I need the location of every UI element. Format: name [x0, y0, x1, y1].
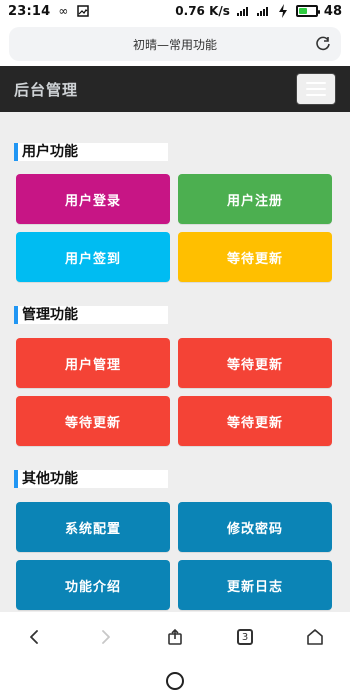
section-title: 其他功能 — [14, 470, 168, 488]
feature-intro-button[interactable]: 功能介绍 — [16, 560, 170, 610]
network-speed-value: 0.76 — [175, 4, 205, 18]
menu-button[interactable] — [296, 73, 336, 105]
nav-row: 3 — [0, 612, 350, 662]
refresh-icon[interactable] — [315, 36, 331, 52]
pending-update-button[interactable]: 等待更新 — [178, 338, 332, 388]
user-checkin-button[interactable]: 用户签到 — [16, 232, 170, 282]
user-register-button[interactable]: 用户注册 — [178, 174, 332, 224]
status-left: 23:14 ∞ — [8, 4, 90, 19]
home-indicator-icon[interactable] — [166, 672, 184, 690]
tabs-icon[interactable]: 3 — [231, 623, 259, 651]
app-header: 后台管理 — [0, 66, 350, 112]
browser-bottom-nav: 3 — [0, 612, 350, 700]
share-icon[interactable] — [161, 623, 189, 651]
hamburger-icon — [306, 82, 326, 96]
network-speed: 0.76 K/s — [175, 4, 230, 18]
pending-update-button[interactable]: 等待更新 — [16, 396, 170, 446]
battery-percent: 48 — [323, 3, 342, 19]
user-login-button[interactable]: 用户登录 — [16, 174, 170, 224]
update-log-button[interactable]: 更新日志 — [178, 560, 332, 610]
address-bar[interactable]: 初晴—常用功能 — [9, 27, 341, 61]
tab-count: 3 — [237, 629, 253, 645]
section-title: 管理功能 — [14, 306, 168, 324]
pending-update-button[interactable]: 等待更新 — [178, 396, 332, 446]
battery-icon — [295, 5, 320, 17]
signal-icon — [236, 4, 250, 18]
back-icon[interactable] — [21, 623, 49, 651]
status-bar: 23:14 ∞ 0.76 K/s 48 — [0, 0, 350, 22]
forward-icon[interactable] — [91, 623, 119, 651]
image-icon — [76, 4, 90, 18]
section-title: 用户功能 — [14, 143, 168, 161]
status-right: 0.76 K/s 48 — [175, 4, 342, 19]
battery-level-fill — [298, 8, 307, 14]
main-content: 用户功能 用户登录 用户注册 用户签到 等待更新 管理功能 用户管理 等待更新 … — [0, 112, 350, 612]
system-config-button[interactable]: 系统配置 — [16, 502, 170, 552]
network-speed-unit: K/s — [209, 4, 230, 18]
home-icon[interactable] — [301, 623, 329, 651]
pending-update-button[interactable]: 等待更新 — [178, 232, 332, 282]
charging-icon — [276, 4, 290, 18]
change-password-button[interactable]: 修改密码 — [178, 502, 332, 552]
infinity-icon: ∞ — [58, 4, 69, 18]
app-title: 后台管理 — [14, 80, 79, 99]
browser-toolbar: 初晴—常用功能 — [0, 22, 350, 66]
page-title: 初晴—常用功能 — [132, 37, 217, 52]
signal-icon-2 — [256, 4, 270, 18]
status-time: 23:14 — [8, 3, 51, 19]
user-management-button[interactable]: 用户管理 — [16, 338, 170, 388]
